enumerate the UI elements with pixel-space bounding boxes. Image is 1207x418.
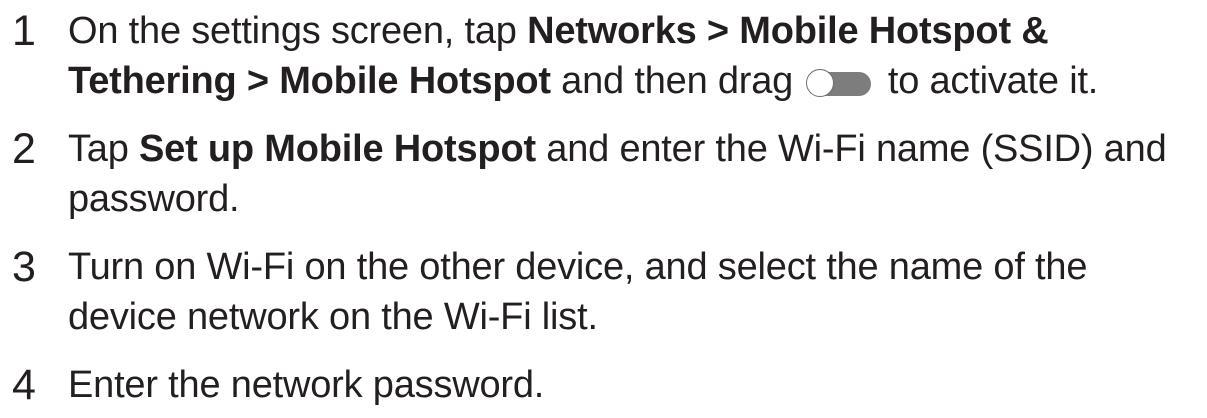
toggle-switch-off-icon	[806, 69, 872, 97]
step-text: On the settings screen, tap	[68, 10, 528, 52]
step-2: 2 Tap Set up Mobile Hotspot and enter th…	[12, 124, 1202, 224]
path-separator: >	[236, 60, 280, 102]
path-separator: >	[696, 10, 740, 52]
step-text: and then drag	[550, 60, 804, 102]
step-text: Tap	[68, 128, 140, 170]
step-number: 1	[12, 7, 36, 55]
toggle-knob	[806, 69, 835, 97]
step-3: 3 Turn on Wi-Fi on the other device, and…	[12, 242, 1202, 342]
step-text: to activate it.	[877, 60, 1099, 102]
menu-item-set-up-mobile-hotspot: Set up Mobile Hotspot	[139, 128, 536, 170]
menu-path-networks: Networks	[527, 10, 697, 52]
step-number: 2	[12, 125, 36, 173]
step-number: 4	[12, 361, 36, 409]
step-4: 4 Enter the network password.	[12, 360, 1202, 410]
menu-path-mobile-hotspot: Mobile Hotspot	[279, 60, 551, 102]
step-text: Enter the network password.	[68, 364, 545, 406]
step-1: 1 On the settings screen, tap Networks >…	[12, 6, 1202, 106]
step-number: 3	[12, 243, 36, 291]
instruction-steps: 1 On the settings screen, tap Networks >…	[12, 6, 1202, 410]
step-text: Turn on Wi-Fi on the other device, and s…	[68, 246, 1088, 338]
